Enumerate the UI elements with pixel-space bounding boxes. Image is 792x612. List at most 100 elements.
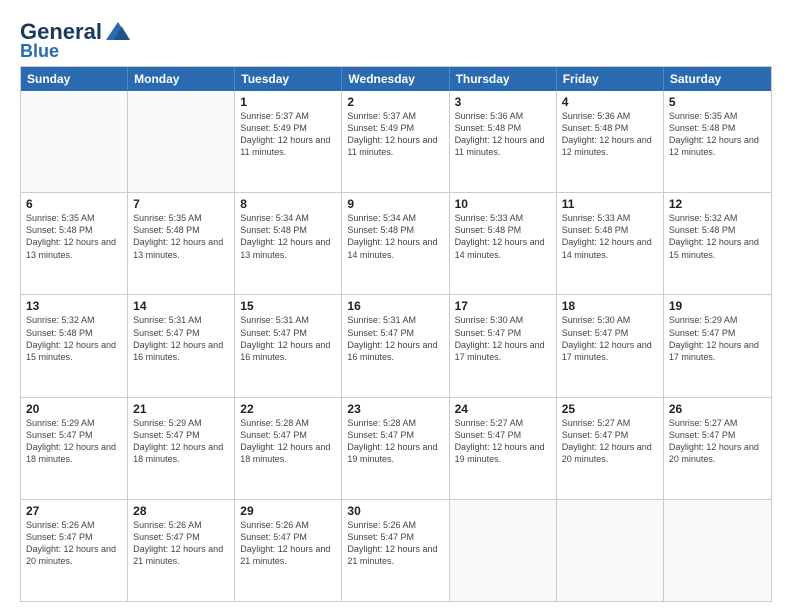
day-cell-29: 29Sunrise: 5:26 AM Sunset: 5:47 PM Dayli… — [235, 500, 342, 601]
day-info: Sunrise: 5:31 AM Sunset: 5:47 PM Dayligh… — [240, 314, 336, 363]
header-day-friday: Friday — [557, 67, 664, 91]
header-day-wednesday: Wednesday — [342, 67, 449, 91]
day-number: 21 — [133, 402, 229, 416]
day-number: 28 — [133, 504, 229, 518]
day-cell-17: 17Sunrise: 5:30 AM Sunset: 5:47 PM Dayli… — [450, 295, 557, 396]
day-number: 22 — [240, 402, 336, 416]
day-info: Sunrise: 5:36 AM Sunset: 5:48 PM Dayligh… — [455, 110, 551, 159]
calendar: SundayMondayTuesdayWednesdayThursdayFrid… — [20, 66, 772, 602]
day-cell-19: 19Sunrise: 5:29 AM Sunset: 5:47 PM Dayli… — [664, 295, 771, 396]
day-cell-30: 30Sunrise: 5:26 AM Sunset: 5:47 PM Dayli… — [342, 500, 449, 601]
day-number: 23 — [347, 402, 443, 416]
day-number: 8 — [240, 197, 336, 211]
day-info: Sunrise: 5:29 AM Sunset: 5:47 PM Dayligh… — [133, 417, 229, 466]
day-cell-24: 24Sunrise: 5:27 AM Sunset: 5:47 PM Dayli… — [450, 398, 557, 499]
day-cell-11: 11Sunrise: 5:33 AM Sunset: 5:48 PM Dayli… — [557, 193, 664, 294]
day-cell-7: 7Sunrise: 5:35 AM Sunset: 5:48 PM Daylig… — [128, 193, 235, 294]
day-cell-13: 13Sunrise: 5:32 AM Sunset: 5:48 PM Dayli… — [21, 295, 128, 396]
day-cell-16: 16Sunrise: 5:31 AM Sunset: 5:47 PM Dayli… — [342, 295, 449, 396]
day-cell-28: 28Sunrise: 5:26 AM Sunset: 5:47 PM Dayli… — [128, 500, 235, 601]
day-cell-22: 22Sunrise: 5:28 AM Sunset: 5:47 PM Dayli… — [235, 398, 342, 499]
header-day-tuesday: Tuesday — [235, 67, 342, 91]
day-info: Sunrise: 5:35 AM Sunset: 5:48 PM Dayligh… — [26, 212, 122, 261]
day-info: Sunrise: 5:34 AM Sunset: 5:48 PM Dayligh… — [240, 212, 336, 261]
day-cell-18: 18Sunrise: 5:30 AM Sunset: 5:47 PM Dayli… — [557, 295, 664, 396]
calendar-row-5: 27Sunrise: 5:26 AM Sunset: 5:47 PM Dayli… — [21, 499, 771, 601]
empty-cell-4-4 — [450, 500, 557, 601]
day-info: Sunrise: 5:27 AM Sunset: 5:47 PM Dayligh… — [455, 417, 551, 466]
day-number: 7 — [133, 197, 229, 211]
empty-cell-4-5 — [557, 500, 664, 601]
day-number: 5 — [669, 95, 766, 109]
day-number: 25 — [562, 402, 658, 416]
empty-cell-4-6 — [664, 500, 771, 601]
calendar-header: SundayMondayTuesdayWednesdayThursdayFrid… — [21, 67, 771, 91]
header-day-sunday: Sunday — [21, 67, 128, 91]
day-cell-10: 10Sunrise: 5:33 AM Sunset: 5:48 PM Dayli… — [450, 193, 557, 294]
day-cell-1: 1Sunrise: 5:37 AM Sunset: 5:49 PM Daylig… — [235, 91, 342, 192]
day-info: Sunrise: 5:33 AM Sunset: 5:48 PM Dayligh… — [562, 212, 658, 261]
day-number: 14 — [133, 299, 229, 313]
day-number: 18 — [562, 299, 658, 313]
day-cell-26: 26Sunrise: 5:27 AM Sunset: 5:47 PM Dayli… — [664, 398, 771, 499]
day-info: Sunrise: 5:32 AM Sunset: 5:48 PM Dayligh… — [26, 314, 122, 363]
empty-cell-0-1 — [128, 91, 235, 192]
day-info: Sunrise: 5:30 AM Sunset: 5:47 PM Dayligh… — [562, 314, 658, 363]
day-number: 26 — [669, 402, 766, 416]
day-number: 6 — [26, 197, 122, 211]
day-info: Sunrise: 5:26 AM Sunset: 5:47 PM Dayligh… — [133, 519, 229, 568]
day-info: Sunrise: 5:31 AM Sunset: 5:47 PM Dayligh… — [347, 314, 443, 363]
day-info: Sunrise: 5:35 AM Sunset: 5:48 PM Dayligh… — [133, 212, 229, 261]
day-cell-3: 3Sunrise: 5:36 AM Sunset: 5:48 PM Daylig… — [450, 91, 557, 192]
day-cell-5: 5Sunrise: 5:35 AM Sunset: 5:48 PM Daylig… — [664, 91, 771, 192]
day-number: 1 — [240, 95, 336, 109]
day-info: Sunrise: 5:27 AM Sunset: 5:47 PM Dayligh… — [562, 417, 658, 466]
day-number: 16 — [347, 299, 443, 313]
logo-icon — [104, 18, 132, 46]
day-cell-2: 2Sunrise: 5:37 AM Sunset: 5:49 PM Daylig… — [342, 91, 449, 192]
day-info: Sunrise: 5:28 AM Sunset: 5:47 PM Dayligh… — [240, 417, 336, 466]
day-number: 4 — [562, 95, 658, 109]
empty-cell-0-0 — [21, 91, 128, 192]
header-day-monday: Monday — [128, 67, 235, 91]
day-info: Sunrise: 5:35 AM Sunset: 5:48 PM Dayligh… — [669, 110, 766, 159]
day-info: Sunrise: 5:26 AM Sunset: 5:47 PM Dayligh… — [240, 519, 336, 568]
day-number: 12 — [669, 197, 766, 211]
day-number: 30 — [347, 504, 443, 518]
day-info: Sunrise: 5:27 AM Sunset: 5:47 PM Dayligh… — [669, 417, 766, 466]
day-cell-27: 27Sunrise: 5:26 AM Sunset: 5:47 PM Dayli… — [21, 500, 128, 601]
day-cell-21: 21Sunrise: 5:29 AM Sunset: 5:47 PM Dayli… — [128, 398, 235, 499]
calendar-row-2: 6Sunrise: 5:35 AM Sunset: 5:48 PM Daylig… — [21, 192, 771, 294]
day-info: Sunrise: 5:37 AM Sunset: 5:49 PM Dayligh… — [347, 110, 443, 159]
day-cell-20: 20Sunrise: 5:29 AM Sunset: 5:47 PM Dayli… — [21, 398, 128, 499]
day-info: Sunrise: 5:37 AM Sunset: 5:49 PM Dayligh… — [240, 110, 336, 159]
day-info: Sunrise: 5:36 AM Sunset: 5:48 PM Dayligh… — [562, 110, 658, 159]
header-day-thursday: Thursday — [450, 67, 557, 91]
day-info: Sunrise: 5:29 AM Sunset: 5:47 PM Dayligh… — [26, 417, 122, 466]
day-number: 10 — [455, 197, 551, 211]
day-number: 24 — [455, 402, 551, 416]
calendar-row-1: 1Sunrise: 5:37 AM Sunset: 5:49 PM Daylig… — [21, 91, 771, 192]
day-number: 15 — [240, 299, 336, 313]
day-cell-25: 25Sunrise: 5:27 AM Sunset: 5:47 PM Dayli… — [557, 398, 664, 499]
day-number: 3 — [455, 95, 551, 109]
day-cell-6: 6Sunrise: 5:35 AM Sunset: 5:48 PM Daylig… — [21, 193, 128, 294]
logo-text-general: General — [20, 21, 102, 43]
day-number: 29 — [240, 504, 336, 518]
day-info: Sunrise: 5:34 AM Sunset: 5:48 PM Dayligh… — [347, 212, 443, 261]
day-cell-9: 9Sunrise: 5:34 AM Sunset: 5:48 PM Daylig… — [342, 193, 449, 294]
day-info: Sunrise: 5:29 AM Sunset: 5:47 PM Dayligh… — [669, 314, 766, 363]
day-cell-23: 23Sunrise: 5:28 AM Sunset: 5:47 PM Dayli… — [342, 398, 449, 499]
day-cell-8: 8Sunrise: 5:34 AM Sunset: 5:48 PM Daylig… — [235, 193, 342, 294]
day-number: 19 — [669, 299, 766, 313]
calendar-row-4: 20Sunrise: 5:29 AM Sunset: 5:47 PM Dayli… — [21, 397, 771, 499]
day-cell-15: 15Sunrise: 5:31 AM Sunset: 5:47 PM Dayli… — [235, 295, 342, 396]
day-number: 13 — [26, 299, 122, 313]
day-info: Sunrise: 5:26 AM Sunset: 5:47 PM Dayligh… — [26, 519, 122, 568]
day-cell-4: 4Sunrise: 5:36 AM Sunset: 5:48 PM Daylig… — [557, 91, 664, 192]
calendar-body: 1Sunrise: 5:37 AM Sunset: 5:49 PM Daylig… — [21, 91, 771, 601]
day-info: Sunrise: 5:32 AM Sunset: 5:48 PM Dayligh… — [669, 212, 766, 261]
day-info: Sunrise: 5:30 AM Sunset: 5:47 PM Dayligh… — [455, 314, 551, 363]
day-number: 2 — [347, 95, 443, 109]
day-cell-14: 14Sunrise: 5:31 AM Sunset: 5:47 PM Dayli… — [128, 295, 235, 396]
